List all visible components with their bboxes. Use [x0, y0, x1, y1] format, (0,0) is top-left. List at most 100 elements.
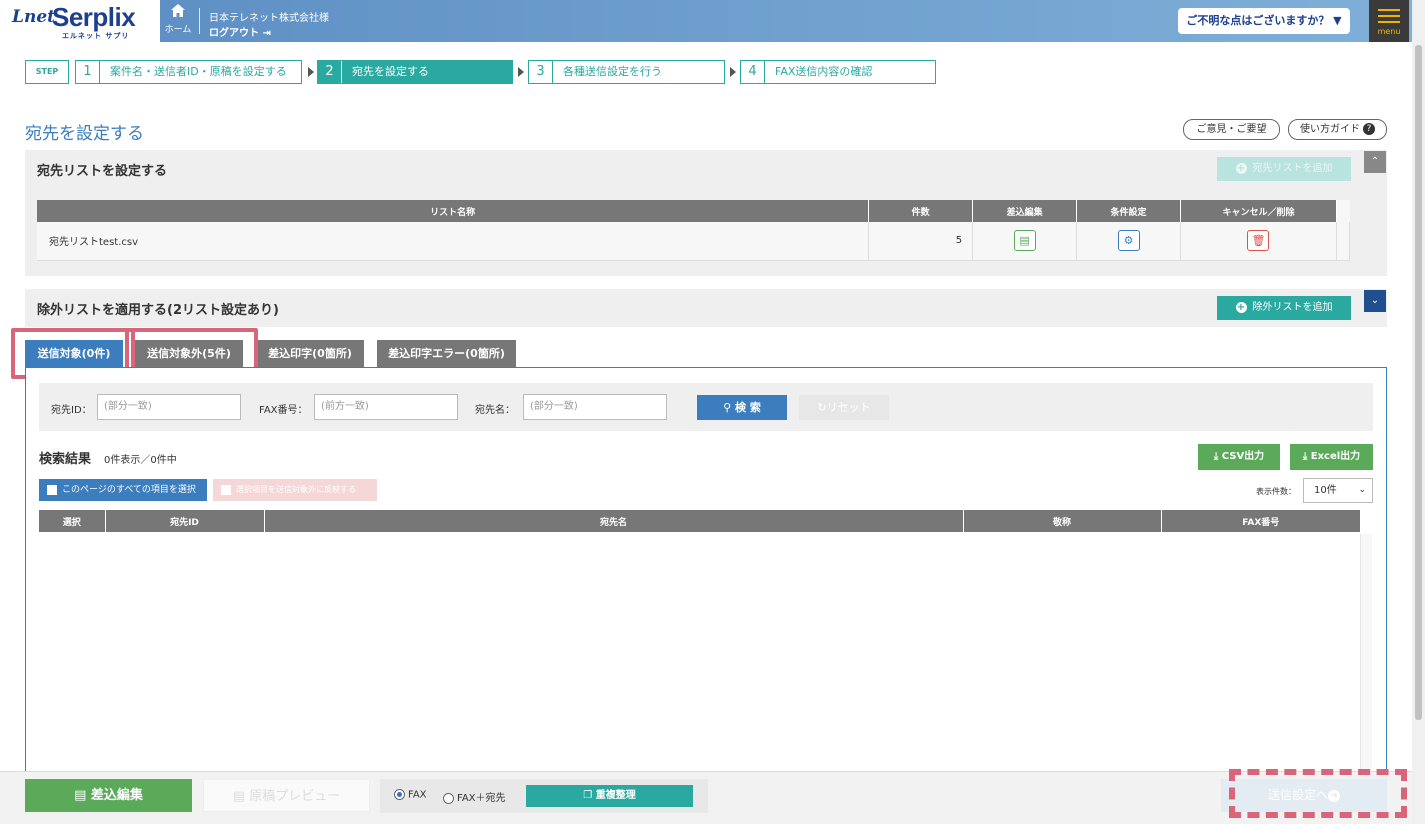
merge-edit-icon[interactable]: ▤ — [1013, 230, 1036, 252]
menu-label: menu — [1377, 27, 1401, 36]
col-dest-name: 宛先名 — [264, 510, 964, 532]
step-3[interactable]: 3 各種送信設定を行う — [528, 60, 725, 84]
footer-bar: ▤ 差込編集 ▤ 原稿プレビュー FAX FAX＋宛先 ❐ 重複整理 送信設定へ… — [0, 771, 1412, 824]
home-label: ホーム — [164, 25, 192, 35]
col-merge-edit: 差込編集 — [972, 200, 1078, 222]
exclude-selected-label: 選択項目を送信対象外に反映する — [236, 485, 356, 494]
preview-button[interactable]: ▤ 原稿プレビュー — [203, 779, 370, 812]
merge-edit-icon: ▤ — [74, 788, 87, 803]
merge-edit-button[interactable]: ▤ 差込編集 — [25, 779, 192, 812]
radio-unselected-icon — [443, 792, 454, 804]
page-scrollbar[interactable] — [1412, 0, 1425, 824]
per-page-select[interactable]: 10件 ⌄ — [1303, 478, 1373, 503]
download-icon: ⤓ — [1213, 451, 1219, 462]
scroll-thumb[interactable] — [1415, 45, 1422, 720]
logout-link[interactable]: ログアウト ⇥ — [209, 24, 271, 39]
home-icon — [160, 4, 196, 22]
dest-name-label: 宛先名： — [475, 405, 515, 416]
step-label: 宛先を設定する — [352, 65, 429, 78]
merge-edit-label: 差込編集 — [90, 788, 143, 803]
dedupe-button[interactable]: ❐ 重複整理 — [526, 785, 693, 807]
col-select: 選択 — [39, 510, 106, 532]
step-number: 2 — [318, 61, 342, 83]
fax-number-input[interactable]: (前方一致) — [314, 394, 458, 420]
hamburger-icon — [1378, 9, 1400, 27]
col-fax-number: FAX番号 — [1161, 510, 1360, 532]
menu-button[interactable]: menu — [1369, 0, 1409, 42]
home-button[interactable]: ホーム — [160, 4, 196, 38]
dest-id-input[interactable]: (部分一致) — [97, 394, 241, 420]
add-exclude-list-label: 除外リストを追加 — [1252, 302, 1333, 313]
exclude-list-title: 除外リストを適用する(2リスト設定あり) — [37, 303, 279, 318]
radio-fax[interactable]: FAX — [394, 789, 427, 801]
checkbox-icon — [221, 484, 231, 495]
csv-export-label: CSV出力 — [1221, 451, 1265, 462]
per-page-value: 10件 — [1314, 485, 1337, 496]
step-2[interactable]: 2 宛先を設定する — [317, 60, 513, 84]
serplix-logo[interactable]: Lnet Serplix エルネット サプリ — [0, 0, 160, 42]
plus-icon: + — [1235, 163, 1247, 174]
checkbox-icon — [47, 484, 57, 495]
col-cancel-delete: キャンセル／削除 — [1180, 200, 1337, 222]
reset-button[interactable]: ↻リセット — [799, 395, 889, 420]
excel-export-label: Excel出力 — [1310, 451, 1361, 462]
excel-export-button[interactable]: ⤓ Excel出力 — [1290, 444, 1373, 470]
collapse-chevron-up-icon[interactable]: ⌃ — [1364, 151, 1386, 173]
step-label: 各種送信設定を行う — [563, 65, 662, 78]
radio-fax-label: FAX — [408, 789, 427, 801]
search-button[interactable]: ⚲ 検 索 — [697, 395, 787, 420]
send-mode-group: FAX FAX＋宛先 ❐ 重複整理 — [380, 779, 708, 813]
fax-number-label: FAX番号： — [259, 405, 308, 416]
radio-fax-dest-label: FAX＋宛先 — [457, 793, 506, 804]
highlight-box — [1229, 769, 1407, 818]
plus-icon: + — [1235, 302, 1247, 313]
search-form: 宛先ID： (部分一致) FAX番号： (前方一致) 宛先名： (部分一致) ⚲… — [39, 383, 1373, 431]
dedupe-label: 重複整理 — [595, 790, 636, 801]
radio-selected-icon — [394, 789, 405, 800]
copy-icon: ❐ — [583, 790, 593, 801]
help-dropdown[interactable]: ご不明な点はございますか？ ▼ — [1178, 8, 1350, 34]
logout-icon: ⇥ — [262, 28, 271, 39]
col-condition: 条件設定 — [1076, 200, 1182, 222]
exclude-list-panel: 除外リストを適用する(2リスト設定あり) + 除外リストを追加 ⌄ — [25, 289, 1387, 327]
step-arrow-icon — [730, 67, 736, 77]
preview-label: 原稿プレビュー — [249, 789, 341, 804]
feedback-button[interactable]: ご意見・ご要望 — [1183, 119, 1280, 140]
list-name-cell: 宛先リストtest.csv — [37, 222, 870, 261]
add-exclude-list-button[interactable]: + 除外リストを追加 — [1217, 296, 1351, 320]
select-all-button[interactable]: このページのすべての項目を選択 — [39, 479, 207, 501]
download-icon: ⤓ — [1302, 451, 1308, 462]
radio-fax-dest[interactable]: FAX＋宛先 — [443, 789, 506, 804]
step-number: 4 — [741, 61, 765, 83]
col-list-name: リスト名称 — [37, 200, 870, 222]
table-row: 宛先リストtest.csv 5 ▤ ⚙ 🗑 — [37, 222, 1351, 261]
guide-label: 使い方ガイド — [1300, 124, 1360, 135]
exclude-selected-button[interactable]: 選択項目を送信対象外に反映する — [213, 479, 377, 501]
trash-icon[interactable]: 🗑 — [1247, 230, 1270, 252]
step-arrow-icon — [308, 67, 314, 77]
add-dest-list-button[interactable]: + 宛先リストを追加 — [1217, 157, 1351, 181]
logo-brand-text: Serplix — [52, 2, 136, 32]
dest-list-panel: 宛先リストを設定する + 宛先リストを追加 ⌃ リスト名称 件数 差込編集 条件設… — [25, 150, 1387, 276]
step-number: 3 — [529, 61, 553, 83]
condition-settings-icon[interactable]: ⚙ — [1117, 230, 1140, 252]
tab-merge-print-error[interactable]: 差込印字エラー(0箇所) — [377, 340, 516, 367]
step-arrow-icon — [518, 67, 524, 77]
step-label: FAX送信内容の確認 — [775, 65, 873, 78]
chevron-down-icon: ⌄ — [1358, 485, 1366, 495]
list-count-cell: 5 — [868, 222, 974, 261]
logo-sub-text: エルネット サプリ — [62, 32, 130, 40]
step-tag: STEP — [25, 60, 69, 84]
page-title: 宛先を設定する — [25, 124, 144, 144]
tab-merge-print[interactable]: 差込印字(0箇所) — [256, 340, 364, 367]
csv-export-button[interactable]: ⤓ CSV出力 — [1198, 444, 1280, 470]
expand-chevron-down-icon[interactable]: ⌄ — [1364, 290, 1386, 312]
tab-content: 宛先ID： (部分一致) FAX番号： (前方一致) 宛先名： (部分一致) ⚲… — [25, 367, 1387, 772]
table-scrollbar[interactable] — [1360, 534, 1372, 772]
step-4[interactable]: 4 FAX送信内容の確認 — [740, 60, 936, 84]
dest-name-input[interactable]: (部分一致) — [523, 394, 667, 420]
guide-button[interactable]: 使い方ガイド? — [1288, 119, 1387, 140]
step-1[interactable]: 1 案件名・送信者ID・原稿を設定する — [75, 60, 302, 84]
per-page-label: 表示件数： — [1256, 487, 1296, 496]
dest-id-label: 宛先ID： — [51, 405, 92, 416]
